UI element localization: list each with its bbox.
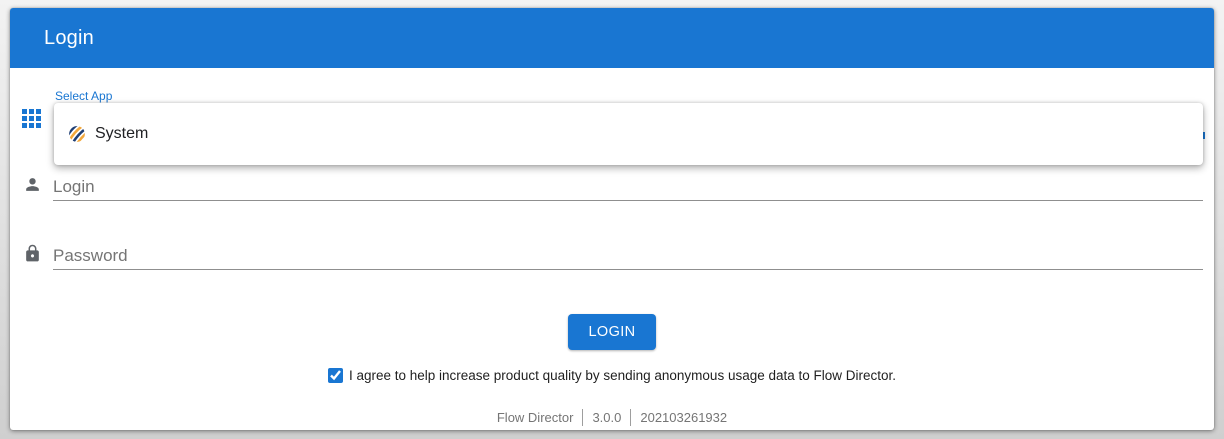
consent-checkbox[interactable]	[328, 368, 343, 383]
consent-row: I agree to help increase product quality…	[10, 368, 1214, 383]
apps-grid-icon[interactable]	[22, 109, 41, 128]
footer-divider	[582, 409, 583, 426]
password-input[interactable]	[53, 243, 1203, 270]
app-dropdown-panel: System	[54, 103, 1203, 165]
login-card: Login Select App System	[10, 8, 1214, 430]
consent-label: I agree to help increase product quality…	[349, 368, 896, 383]
app-option-system[interactable]: System	[68, 103, 1203, 165]
login-input[interactable]	[53, 174, 1203, 201]
header-bar: Login	[10, 8, 1214, 68]
app-option-label: System	[95, 125, 148, 143]
lock-icon	[23, 244, 42, 263]
page-title: Login	[44, 27, 94, 50]
login-button[interactable]: LOGIN	[568, 314, 656, 350]
footer-version: 3.0.0	[592, 410, 621, 425]
footer-build: 202103261932	[640, 410, 727, 425]
person-icon	[23, 175, 42, 194]
select-app-label: Select App	[55, 89, 112, 103]
footer-product: Flow Director	[497, 410, 574, 425]
flow-director-logo-icon	[68, 125, 86, 143]
footer: Flow Director 3.0.0 202103261932	[10, 409, 1214, 426]
footer-divider	[630, 409, 631, 426]
